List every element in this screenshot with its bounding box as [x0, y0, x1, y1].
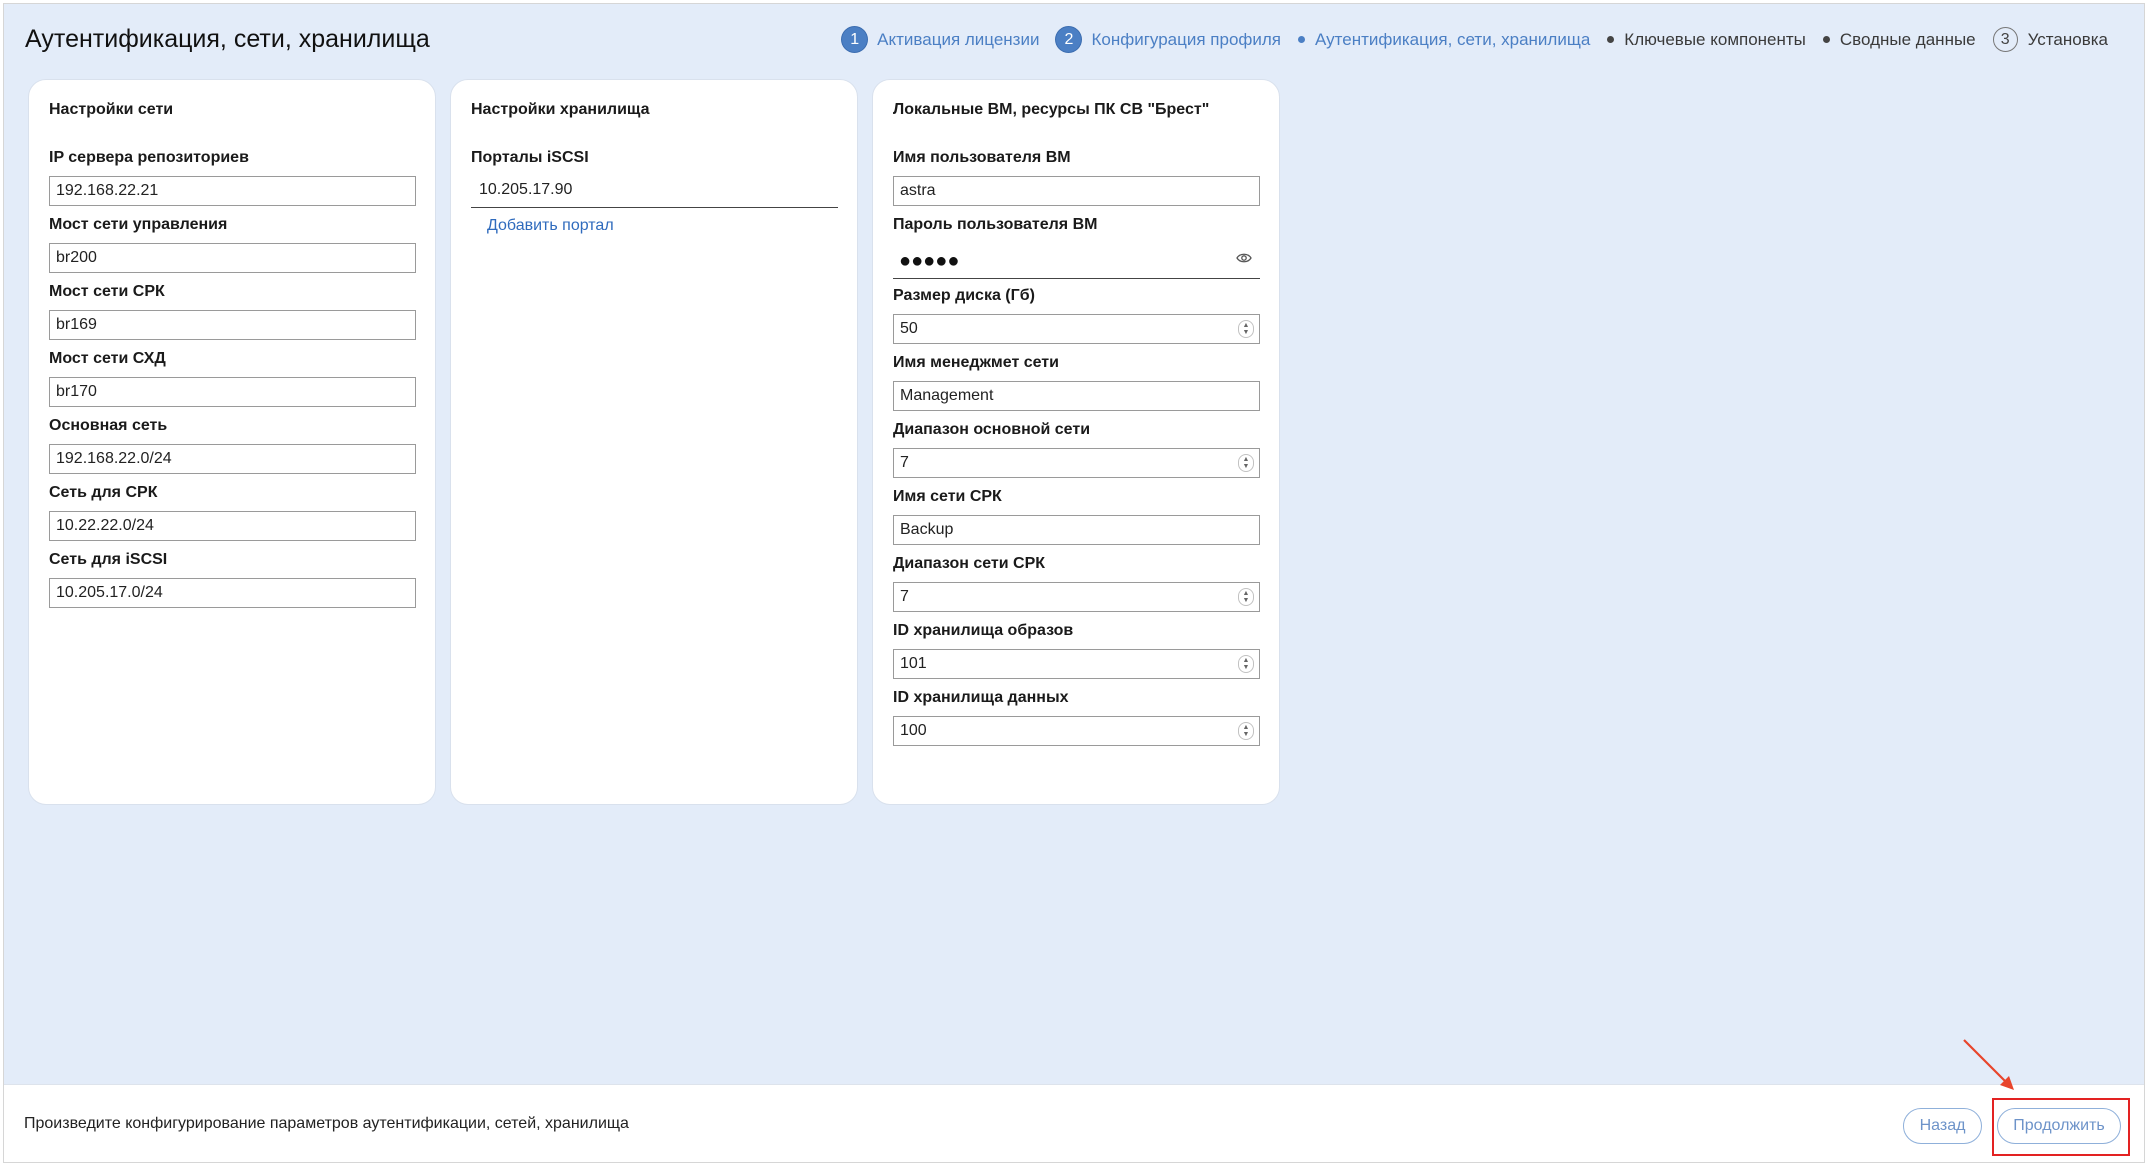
- add-portal-link[interactable]: Добавить портал: [487, 217, 614, 235]
- field-label: ID хранилища данных: [893, 689, 1069, 706]
- step-label: Конфигурация профиля: [1091, 29, 1282, 49]
- wizard-footer: Произведите конфигурирование параметров …: [4, 1084, 2144, 1162]
- vm-username-input[interactable]: astra: [893, 176, 1260, 206]
- back-button[interactable]: Назад: [1903, 1108, 1982, 1144]
- step-label: Активация лицензии: [877, 29, 1040, 49]
- spinner-arrows-icon[interactable]: ▲ ▼: [1238, 320, 1254, 338]
- annotation-arrow-icon: [1963, 1039, 2014, 1090]
- step-auth-networks-storage[interactable]: Аутентификация, сети, хранилища: [1298, 30, 1590, 50]
- step-summary[interactable]: Сводные данные: [1822, 29, 1976, 50]
- step-dot-icon: [1822, 36, 1830, 43]
- step-key-components[interactable]: Ключевые компоненты: [1607, 30, 1806, 50]
- storage-settings-card: Настройки хранилища Порталы iSCSI 10.205…: [450, 79, 858, 805]
- input-value: 7: [900, 588, 909, 605]
- backup-network-input[interactable]: 10.22.22.0/24: [49, 511, 416, 541]
- step-number-badge: 1: [842, 27, 868, 52]
- step-installation[interactable]: 3 Установка: [1992, 27, 2108, 52]
- input-value: 100: [900, 722, 927, 739]
- step-number-badge: 2: [1056, 27, 1082, 52]
- field-label: Имя сети СРК: [893, 488, 1002, 505]
- field-label: Мост сети управления: [49, 216, 228, 233]
- step-profile-configuration[interactable]: 2 Конфигурация профиля: [1056, 27, 1281, 52]
- app-window: Аутентификация, сети, хранилища 1 Актива…: [3, 3, 2145, 1163]
- disk-size-input[interactable]: 50 ▲ ▼: [893, 314, 1260, 344]
- field-label: Имя пользователя ВМ: [893, 149, 1071, 166]
- field-label: Пароль пользователя ВМ: [893, 216, 1098, 233]
- card-title: Локальные ВМ, ресурсы ПК СВ "Брест": [893, 101, 1210, 118]
- wizard-stepper: 1 Активация лицензии 2 Конфигурация проф…: [825, 27, 2108, 52]
- step-label: Аутентификация, сети, хранилища: [1315, 29, 1591, 49]
- spinner-arrows-icon[interactable]: ▲ ▼: [1238, 722, 1254, 740]
- field-label: Порталы iSCSI: [471, 149, 589, 166]
- storage-bridge-input[interactable]: br170: [49, 377, 416, 407]
- local-vm-card: Локальные ВМ, ресурсы ПК СВ "Брест" Имя …: [872, 79, 1280, 805]
- main-network-range-input[interactable]: 7 ▲ ▼: [893, 448, 1260, 478]
- spinner-arrows-icon[interactable]: ▲ ▼: [1238, 588, 1254, 606]
- footer-instruction: Произведите конфигурирование параметров …: [24, 1115, 629, 1132]
- input-value: 7: [900, 454, 909, 471]
- field-label: Основная сеть: [49, 417, 168, 434]
- step-number-badge: 3: [1992, 27, 2018, 52]
- backup-network-name-input[interactable]: Backup: [893, 515, 1260, 545]
- step-label: Ключевые компоненты: [1624, 29, 1806, 49]
- field-label: IP сервера репозиториев: [49, 149, 249, 166]
- field-label: Сеть для iSCSI: [49, 551, 168, 568]
- highlight-annotation: [1992, 1098, 2130, 1156]
- repo-server-ip-input[interactable]: 192.168.22.21: [49, 176, 416, 206]
- backup-bridge-input[interactable]: br169: [49, 310, 416, 340]
- field-label: Имя менеджмет сети: [893, 354, 1059, 371]
- step-dot-icon: [1298, 36, 1306, 43]
- image-storage-id-input[interactable]: 101 ▲ ▼: [893, 649, 1260, 679]
- eye-icon[interactable]: [1236, 252, 1252, 264]
- password-mask: ●●●●●: [899, 250, 960, 272]
- iscsi-portal-input[interactable]: 10.205.17.90: [471, 172, 838, 208]
- card-title: Настройки сети: [49, 101, 174, 118]
- input-value: 101: [900, 655, 927, 672]
- step-label: Сводные данные: [1839, 29, 1976, 49]
- card-title: Настройки хранилища: [471, 101, 650, 118]
- mgmt-network-name-input[interactable]: Management: [893, 381, 1260, 411]
- field-label: Диапазон сети СРК: [893, 555, 1046, 572]
- field-label: Мост сети СРК: [49, 283, 165, 300]
- input-value: 50: [900, 320, 918, 337]
- network-settings-card: Настройки сети IP сервера репозиториев 1…: [28, 79, 436, 805]
- field-label: Размер диска (Гб): [893, 287, 1035, 304]
- data-storage-id-input[interactable]: 100 ▲ ▼: [893, 716, 1260, 746]
- field-label: Диапазон основной сети: [893, 421, 1091, 438]
- vm-password-input[interactable]: ●●●●●: [893, 239, 1260, 279]
- step-label: Установка: [2027, 29, 2108, 49]
- step-license-activation[interactable]: 1 Активация лицензии: [842, 27, 1039, 52]
- backup-network-range-input[interactable]: 7 ▲ ▼: [893, 582, 1260, 612]
- spinner-arrows-icon[interactable]: ▲ ▼: [1238, 655, 1254, 673]
- step-dot-icon: [1607, 36, 1615, 43]
- iscsi-network-input[interactable]: 10.205.17.0/24: [49, 578, 416, 608]
- field-label: Мост сети СХД: [49, 350, 166, 367]
- main-network-input[interactable]: 192.168.22.0/24: [49, 444, 416, 474]
- field-label: ID хранилища образов: [893, 622, 1074, 639]
- spinner-arrows-icon[interactable]: ▲ ▼: [1238, 454, 1254, 472]
- page-title: Аутентификация, сети, хранилища: [25, 25, 430, 53]
- field-label: Сеть для СРК: [49, 484, 158, 501]
- mgmt-bridge-input[interactable]: br200: [49, 243, 416, 273]
